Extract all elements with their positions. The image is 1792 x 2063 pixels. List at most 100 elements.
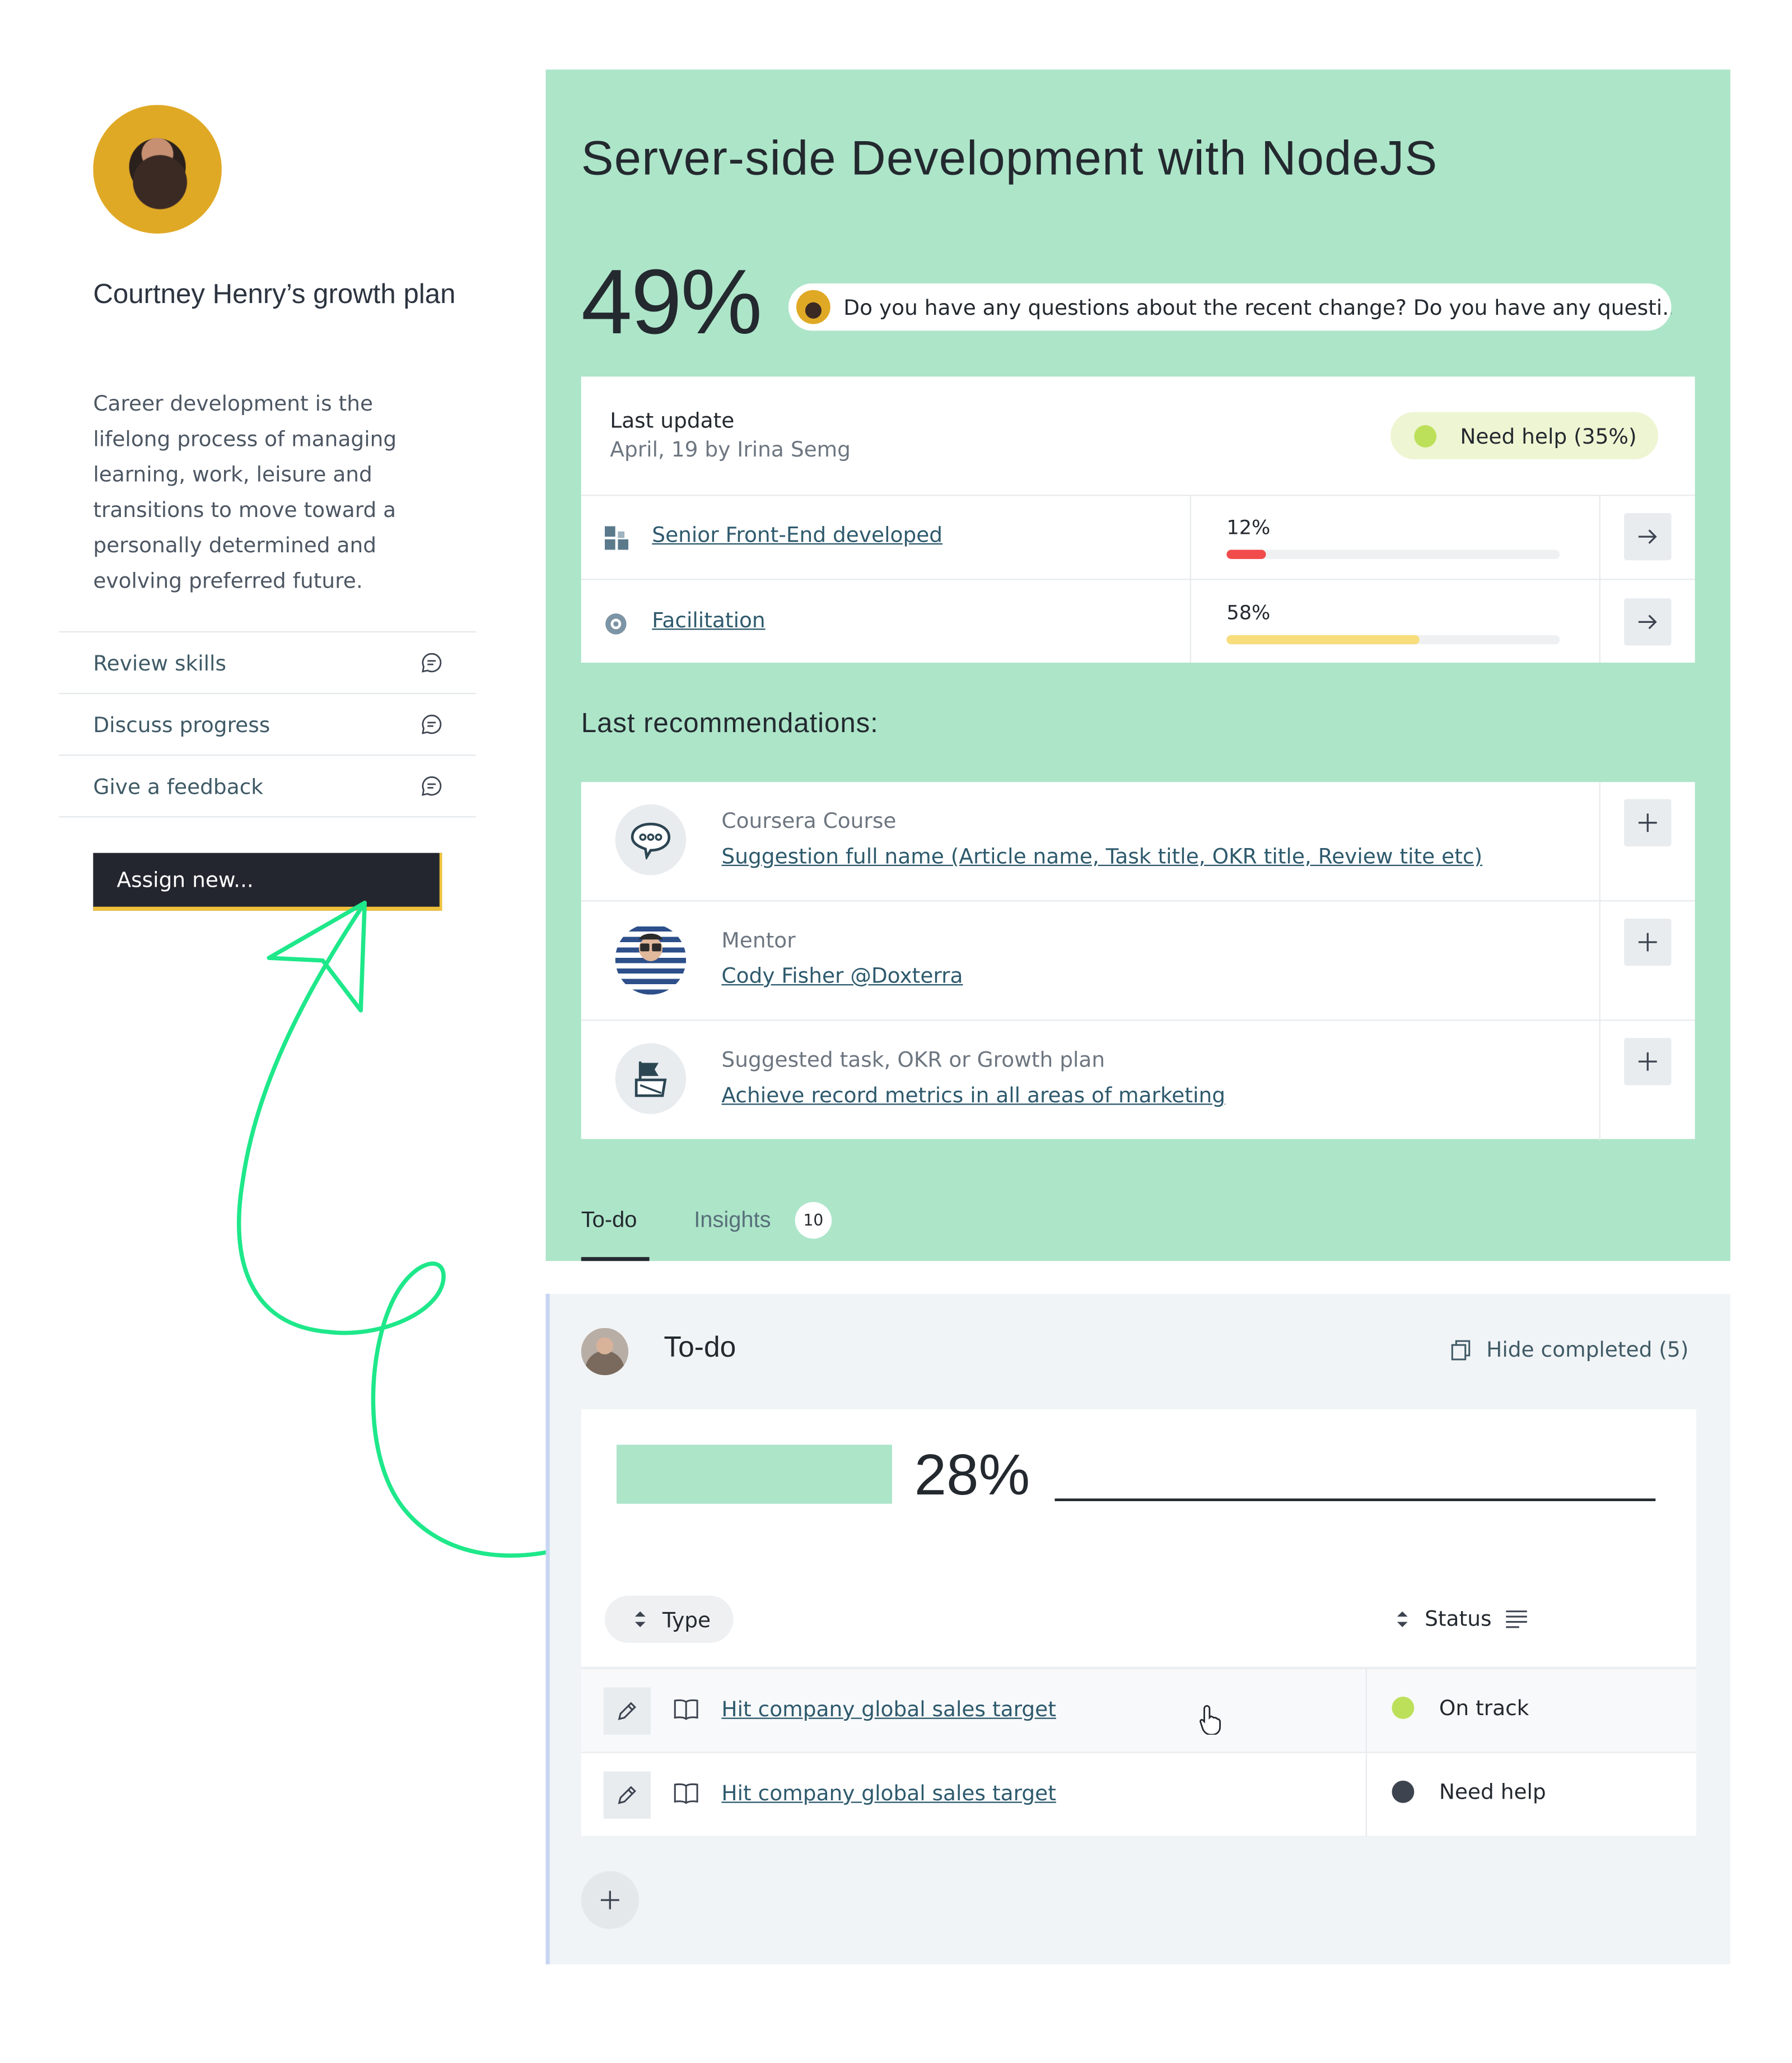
tab-active-indicator [581, 1257, 650, 1261]
sidebar-item-discuss-progress[interactable]: Discuss progress [59, 692, 477, 755]
skill-link-facilitation[interactable]: Facilitation [652, 608, 765, 633]
task-link[interactable]: Hit company global sales target [721, 1697, 1056, 1722]
sidebar-item-review-skills[interactable]: Review skills [59, 631, 477, 693]
divider [1599, 782, 1600, 902]
divider [1599, 901, 1600, 1021]
list-item: Suggested task, OKR or Growth plan Achie… [581, 1019, 1695, 1140]
skill-progress-fill [1226, 549, 1267, 559]
plus-icon [1638, 933, 1657, 952]
status-badge[interactable]: Need help (35%) [1390, 412, 1659, 459]
target-icon [605, 613, 627, 635]
sort-icon [634, 1611, 646, 1627]
chat-icon [422, 776, 442, 796]
chat-icon [422, 653, 442, 673]
hand-cursor-icon [1200, 1705, 1221, 1735]
list-item: Mentor Cody Fisher @Doxterra [581, 900, 1695, 1021]
sidebar-menu: Review skills Discuss progress Give a fe… [59, 631, 477, 818]
open-skill-button[interactable] [1624, 513, 1672, 561]
book-icon [674, 1699, 698, 1720]
plus-icon [1638, 1052, 1657, 1071]
add-recommendation-button[interactable] [1624, 918, 1672, 966]
todo-progress-percent: 28% [914, 1443, 1030, 1508]
recommendation-link[interactable]: Cody Fisher @Doxterra [721, 963, 963, 988]
skill-link-senior-frontend[interactable]: Senior Front-End developed [652, 522, 942, 547]
mentor-avatar [615, 924, 687, 995]
add-task-button[interactable] [581, 1871, 639, 1929]
question-bubble[interactable]: Do you have any questions about the rece… [788, 283, 1672, 331]
divider [1189, 496, 1192, 663]
table-row[interactable]: Hit company global sales target On track [581, 1668, 1696, 1753]
arrow-right-icon [1638, 529, 1657, 544]
book-icon [674, 1783, 698, 1804]
task-status-label: Need help [1439, 1779, 1546, 1805]
app-canvas: Courtney Henry’s growth plan Career deve… [0, 0, 1792, 2063]
edit-task-button[interactable] [603, 1771, 651, 1819]
copy-icon [1451, 1339, 1471, 1360]
sidebar-item-label: Review skills [93, 650, 226, 676]
status-dot [1414, 424, 1437, 447]
recommendation-type: Suggested task, OKR or Growth plan [721, 1047, 1105, 1072]
filter-lines-icon [1506, 1610, 1527, 1628]
todo-title: To-do [664, 1330, 736, 1363]
recommendation-type: Mentor [721, 928, 796, 953]
open-skill-button[interactable] [1624, 598, 1672, 646]
skill-progress-fill [1226, 635, 1420, 645]
sort-icon [1397, 1610, 1408, 1627]
divider [1599, 1021, 1600, 1140]
recommendation-type: Coursera Course [721, 808, 897, 833]
recommendation-link[interactable]: Suggestion full name (Article name, Task… [721, 844, 1482, 869]
add-recommendation-button[interactable] [1624, 1037, 1672, 1086]
profile-description: Career development is the lifelong proce… [93, 391, 397, 593]
course-progress-percent: 49% [581, 250, 763, 353]
status-sort-label: Status [1425, 1606, 1492, 1631]
divider [1365, 1753, 1367, 1837]
divider [1599, 496, 1600, 663]
status-sort-button[interactable]: Status [1396, 1606, 1529, 1631]
flag-icon [615, 1043, 687, 1114]
task-status: On track [1392, 1696, 1529, 1720]
last-update-detail: April, 19 by Irina Semg [610, 437, 851, 462]
arrow-right-icon [1638, 614, 1657, 630]
plus-icon [600, 1890, 619, 1910]
last-update-label: Last update [610, 408, 735, 434]
skill-percent: 58% [1226, 600, 1271, 625]
list-item: Coursera Course Suggestion full name (Ar… [581, 782, 1695, 902]
hide-completed-label: Hide completed (5) [1486, 1337, 1689, 1362]
add-recommendation-button[interactable] [1624, 799, 1672, 846]
type-sort-button[interactable]: Type [604, 1595, 734, 1643]
pencil-icon [618, 1702, 636, 1720]
task-link[interactable]: Hit company global sales target [721, 1781, 1056, 1806]
divider [1365, 1669, 1367, 1753]
sidebar-item-give-feedback[interactable]: Give a feedback [59, 754, 477, 818]
chat-icon [422, 714, 442, 734]
skill-progress-track [1226, 635, 1560, 645]
sidebar-item-label: Give a feedback [93, 773, 264, 799]
tab-insights[interactable]: Insights [694, 1207, 771, 1233]
avatar [796, 290, 830, 324]
todo-progress-line [1054, 1498, 1656, 1501]
hide-completed-toggle[interactable]: Hide completed (5) [1450, 1337, 1689, 1362]
todo-progress-bar [617, 1445, 892, 1504]
recommendation-link[interactable]: Achieve record metrics in all areas of m… [721, 1083, 1225, 1108]
course-title: Server-side Development with NodeJS [581, 131, 1438, 185]
status-badge-label: Need help (35%) [1460, 423, 1637, 448]
pencil-icon [618, 1786, 636, 1804]
status-dot [1392, 1696, 1415, 1719]
blocks-icon [604, 526, 629, 550]
skill-percent: 12% [1226, 515, 1271, 539]
profile-title: Courtney Henry’s growth plan [93, 279, 456, 310]
type-sort-label: Type [662, 1606, 711, 1632]
status-dot [1392, 1780, 1415, 1803]
edit-task-button[interactable] [603, 1687, 651, 1735]
profile-avatar [93, 105, 222, 234]
plus-icon [1638, 813, 1657, 832]
recommendations-heading: Last recommendations: [581, 709, 879, 739]
task-status: Need help [1392, 1779, 1546, 1805]
table-row[interactable]: Hit company global sales target Need hel… [581, 1752, 1696, 1837]
tab-todo[interactable]: To-do [581, 1207, 637, 1233]
speech-bubble-icon [615, 804, 687, 876]
insights-count-badge: 10 [795, 1202, 832, 1239]
skill-progress-track [1226, 549, 1560, 559]
sidebar-item-label: Discuss progress [93, 711, 270, 737]
question-text: Do you have any questions about the rece… [843, 294, 1672, 320]
